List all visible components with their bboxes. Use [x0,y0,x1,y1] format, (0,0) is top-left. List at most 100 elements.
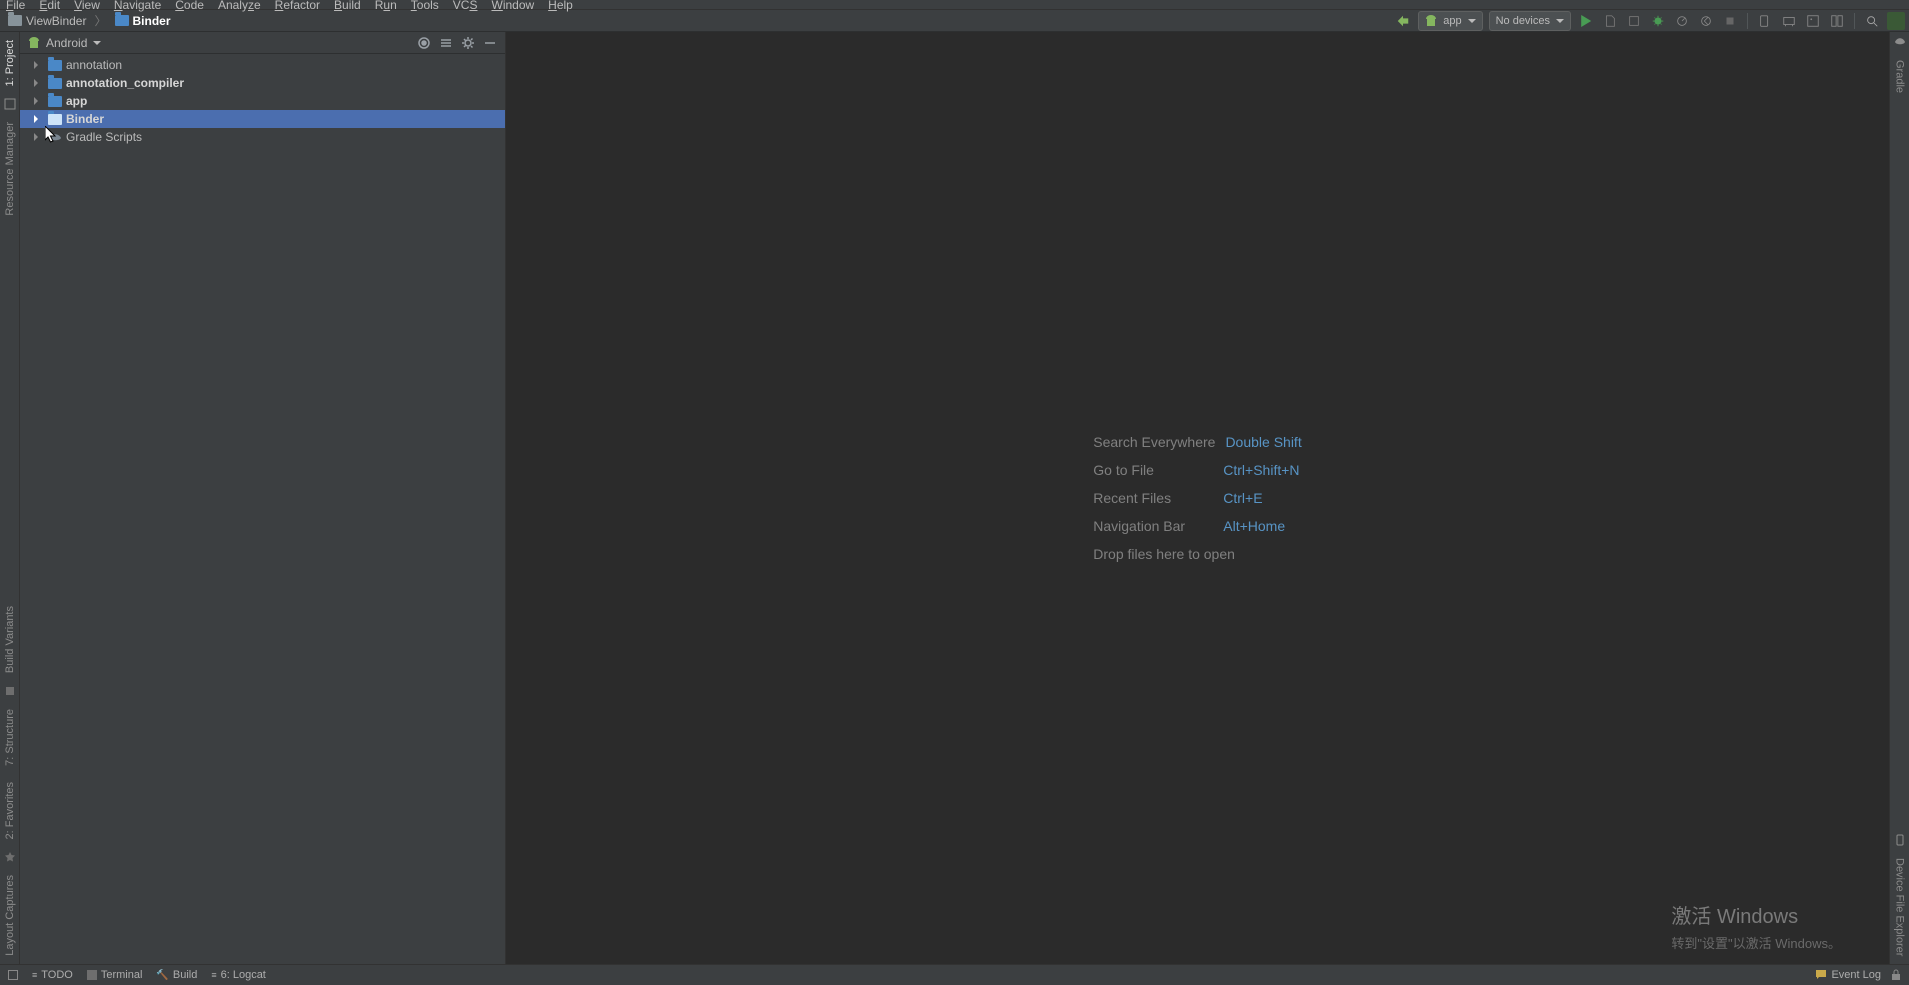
hide-icon[interactable] [483,36,497,50]
navigation-bar: ViewBinder 〉 Binder app No devices [0,10,1909,32]
gutter-layout-captures[interactable]: Layout Captures [4,867,16,964]
breadcrumb[interactable]: ViewBinder 〉 Binder [4,12,175,29]
run-button[interactable] [1577,12,1595,30]
status-terminal[interactable]: Terminal [87,969,143,981]
stop-button[interactable] [1721,12,1739,30]
gutter-resource-manager[interactable]: Resource Manager [4,114,16,224]
status-build[interactable]: 🔨Build [156,969,197,981]
status-todo[interactable]: ≡TODO [32,969,73,981]
gutter-project[interactable]: 1: Project [4,32,16,94]
avd-manager-icon[interactable] [1756,12,1774,30]
menu-run[interactable]: Run [375,0,397,12]
help-row-recent: Recent Files Ctrl+E [1093,490,1301,506]
debug-button[interactable] [1649,12,1667,30]
tree-item-label: annotation_compiler [66,76,184,90]
tree-item-app[interactable]: app [20,92,505,110]
gutter-favorites[interactable]: 2: Favorites [4,774,16,847]
search-icon[interactable] [1863,12,1881,30]
sync-gradle-icon[interactable] [1394,12,1412,30]
sdk-manager-icon[interactable] [1780,12,1798,30]
tree-item-annotation[interactable]: annotation [20,56,505,74]
menu-view[interactable]: View [74,0,100,12]
main-layout: 1: Project Resource Manager Build Varian… [0,32,1909,964]
breadcrumb-root-label: ViewBinder [26,14,86,28]
apply-code-icon[interactable] [1625,12,1643,30]
chevron-down-icon [93,41,101,49]
gutter-gradle[interactable]: Gradle [1894,52,1906,101]
tool-window-bars-icon[interactable] [8,970,18,980]
menu-vcs[interactable]: VCS [453,0,478,12]
profiler-icon[interactable] [1673,12,1691,30]
help-label: Search Everywhere [1093,434,1215,450]
expander-icon[interactable] [34,133,42,141]
module-icon [48,60,62,71]
status-bar: ≡TODO Terminal 🔨Build ≡6: Logcat Event L… [0,964,1909,985]
menu-analyze[interactable]: Analyze [218,0,261,12]
breadcrumb-current-label: Binder [133,14,171,28]
ide-status-icon[interactable] [1887,12,1905,30]
activation-title: 激活 Windows [1671,900,1841,929]
menu-refactor[interactable]: Refactor [275,0,320,12]
help-label: Go to File [1093,462,1213,478]
menu-build[interactable]: Build [334,0,361,12]
module-label: app [1443,15,1461,27]
project-view-selector[interactable]: Android [28,36,101,50]
breadcrumb-current[interactable]: Binder [111,14,175,28]
expander-icon[interactable] [34,115,42,123]
toolbar-right: app No devices [1394,11,1905,31]
main-menubar: File Edit View Navigate Code Analyze Ref… [0,0,1909,10]
help-row-search: Search Everywhere Double Shift [1093,434,1301,450]
android-icon [28,36,40,50]
expand-all-icon[interactable] [439,36,453,50]
expander-icon[interactable] [34,79,42,87]
module-icon [48,114,62,125]
tree-item-gradle-scripts[interactable]: Gradle Scripts [20,128,505,146]
tree-item-label: app [66,94,87,108]
breadcrumb-root[interactable]: ViewBinder [4,14,90,28]
tree-item-annotation-compiler[interactable]: annotation_compiler [20,74,505,92]
menu-file[interactable]: File [6,0,25,12]
windows-activation-watermark: 激活 Windows 转到"设置"以激活 Windows。 [1671,900,1841,952]
help-row-navbar: Navigation Bar Alt+Home [1093,518,1301,534]
status-lock-icon[interactable] [1891,969,1901,981]
resource-manager-gutter-icon[interactable] [4,98,16,110]
chevron-down-icon [1556,19,1564,27]
chevron-down-icon [1468,19,1476,27]
project-tree[interactable]: annotation annotation_compiler app Binde… [20,54,505,148]
help-key: Ctrl+E [1223,490,1262,506]
status-logcat[interactable]: ≡6: Logcat [211,969,266,981]
resource-manager-icon[interactable] [1804,12,1822,30]
help-label: Recent Files [1093,490,1213,506]
menu-tools[interactable]: Tools [411,0,439,12]
breadcrumb-separator: 〉 [94,12,106,29]
right-tool-gutter: Gradle Device File Explorer [1889,32,1909,964]
status-event-log[interactable]: Event Log [1815,968,1881,983]
menu-navigate[interactable]: Navigate [114,0,161,12]
build-variants-icon [4,685,16,697]
attach-debugger-icon[interactable] [1697,12,1715,30]
project-tool-window: Android annotation annotation_compiler [20,32,506,964]
apply-changes-icon[interactable] [1601,12,1619,30]
gutter-structure[interactable]: 7: Structure [4,701,16,774]
gear-icon[interactable] [461,36,475,50]
tree-item-binder[interactable]: Binder [20,110,505,128]
gradle-gutter-icon[interactable] [1894,36,1906,48]
gradle-icon [48,132,62,143]
layout-inspector-icon[interactable] [1828,12,1846,30]
gutter-build-variants[interactable]: Build Variants [4,598,16,681]
expander-icon[interactable] [34,97,42,105]
select-opened-icon[interactable] [417,36,431,50]
menu-edit[interactable]: Edit [39,0,60,12]
module-selector[interactable]: app [1418,11,1482,31]
device-explorer-gutter-icon[interactable] [1894,834,1906,846]
expander-icon[interactable] [34,61,42,69]
editor-empty-state[interactable]: Search Everywhere Double Shift Go to Fil… [506,32,1889,964]
device-label: No devices [1496,15,1550,27]
menu-window[interactable]: Window [491,0,534,12]
gutter-device-explorer[interactable]: Device File Explorer [1894,850,1906,964]
device-selector[interactable]: No devices [1489,11,1571,31]
folder-icon [115,15,129,26]
menu-code[interactable]: Code [175,0,204,12]
help-drop-text: Drop files here to open [1093,546,1235,562]
menu-help[interactable]: Help [548,0,573,12]
